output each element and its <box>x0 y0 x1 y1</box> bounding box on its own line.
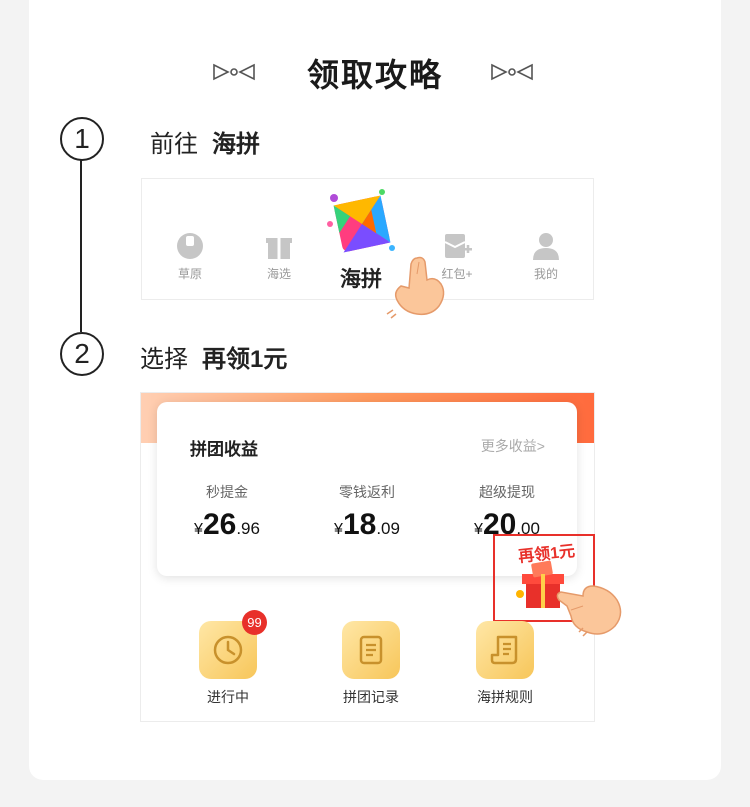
income-amount: ¥26.96 <box>167 508 287 542</box>
record-icon <box>342 621 400 679</box>
amount-decimal: .96 <box>236 519 260 538</box>
step-1-action: 前往 <box>150 131 198 158</box>
currency-symbol: ¥ <box>474 521 483 538</box>
pointing-hand-icon <box>556 585 622 637</box>
grassland-icon <box>177 233 203 259</box>
step-2-action: 选择 <box>140 346 188 373</box>
profile-icon <box>533 233 559 260</box>
button-label: 海拼规则 <box>477 689 533 705</box>
bow-decoration-icon <box>491 63 533 81</box>
rules-icon <box>476 621 534 679</box>
tab-label-haipin: 海拼 <box>340 268 382 291</box>
page-title: 领取攻略 <box>306 57 443 93</box>
tab-profile[interactable]: 我的 <box>516 231 576 282</box>
button-label: 拼团记录 <box>343 689 399 705</box>
income-label: 秒提金 <box>206 484 248 500</box>
income-column: 秒提金 ¥26.96 <box>167 482 287 542</box>
step-number-1: 1 <box>60 117 104 161</box>
amount-integer: 26 <box>202 508 237 541</box>
haipin-rules-button[interactable]: 海拼规则 <box>455 621 555 707</box>
amount-decimal: .09 <box>376 519 400 538</box>
button-label: 进行中 <box>207 689 249 705</box>
haipin-logo-icon[interactable] <box>326 186 398 258</box>
in-progress-button[interactable]: 进行中 <box>178 621 278 707</box>
step-2-target: 再领1元 <box>202 346 288 373</box>
tab-grassland[interactable]: 草原 <box>160 231 220 282</box>
count-badge: 99 <box>242 610 267 635</box>
income-label: 零钱返利 <box>339 484 395 500</box>
pointing-hand-icon <box>386 256 445 319</box>
amount-integer: 18 <box>342 508 377 541</box>
group-record-button[interactable]: 拼团记录 <box>321 621 421 707</box>
step-connector-line <box>80 160 82 332</box>
currency-symbol: ¥ <box>334 521 343 538</box>
currency-symbol: ¥ <box>194 521 203 538</box>
step-number-2: 2 <box>60 332 104 376</box>
income-column: 超级提现 ¥20.00 <box>447 482 567 542</box>
tab-label: 海选 <box>266 267 291 281</box>
income-amount: ¥18.09 <box>307 508 427 542</box>
tab-label: 我的 <box>533 267 558 281</box>
tab-label: 草原 <box>177 267 202 281</box>
more-income-link[interactable]: 更多收益> <box>481 436 545 456</box>
step-1-text: 前往 海拼 <box>150 124 260 159</box>
tab-gift[interactable]: 海选 <box>249 231 309 282</box>
income-label: 超级提现 <box>479 484 535 500</box>
income-title: 拼团收益 <box>190 440 258 459</box>
gift-icon <box>266 238 292 259</box>
step-1-target: 海拼 <box>212 131 260 158</box>
step-2-text: 选择 再领1元 <box>140 339 287 374</box>
income-column: 零钱返利 ¥18.09 <box>307 482 427 542</box>
